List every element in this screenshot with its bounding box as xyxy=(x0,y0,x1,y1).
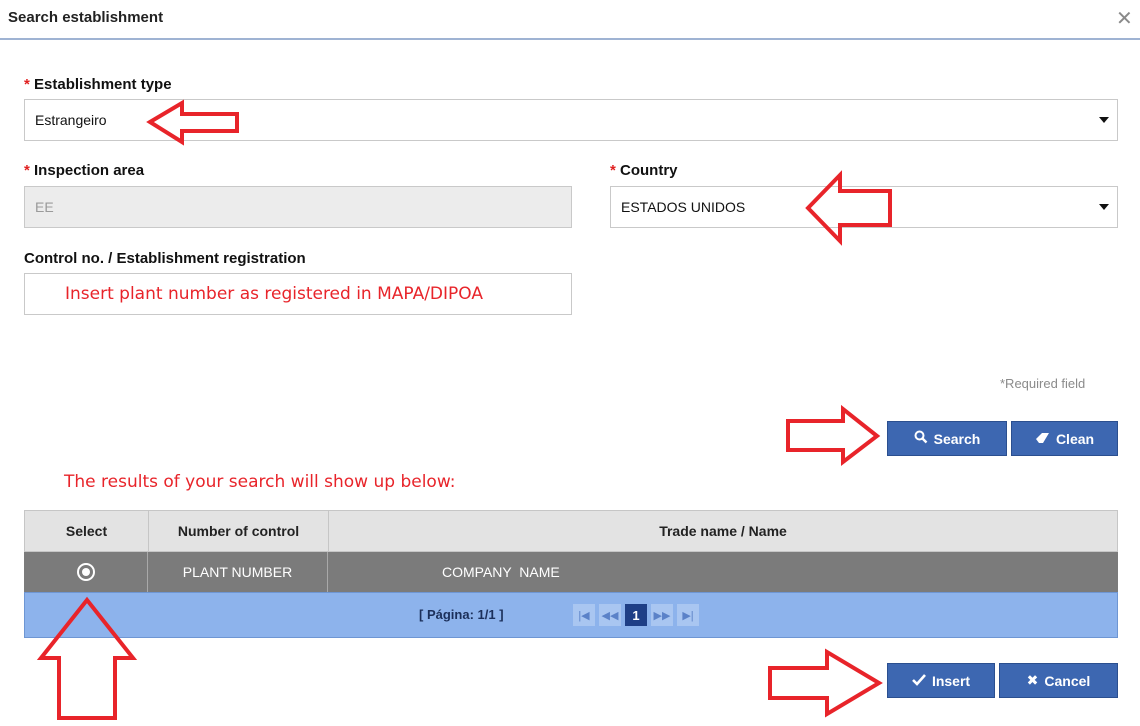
annotation-arrow-up-icon xyxy=(36,596,138,720)
annotation-arrow-right-icon xyxy=(768,648,883,718)
annotation-arrow-left-icon xyxy=(805,170,892,246)
annotation-arrow-right-icon xyxy=(786,404,881,467)
annotation-arrows xyxy=(36,99,892,720)
annotation-arrow-left-icon xyxy=(146,99,239,146)
